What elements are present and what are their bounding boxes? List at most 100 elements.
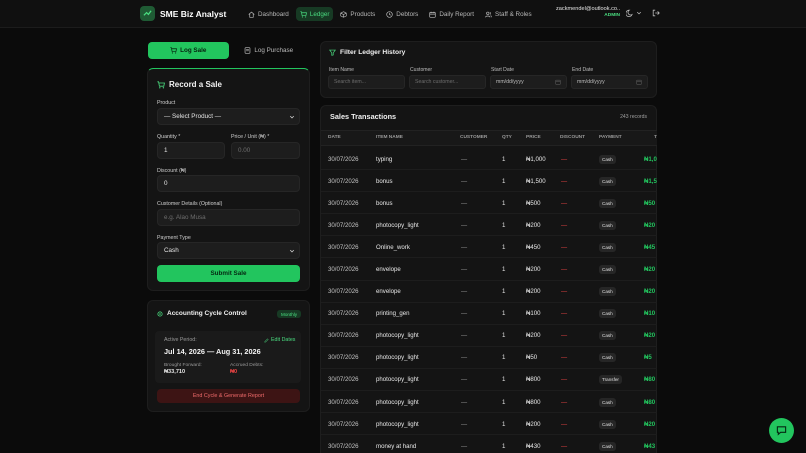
records-count: 243 records — [620, 114, 647, 120]
table-row[interactable]: 30/07/2026 Online_work — 1 ₦450 — Cash ₦45 — [321, 236, 657, 259]
table-row[interactable]: 30/07/2026 typing — 1 ₦1,000 — Cash ₦1,00 — [321, 148, 657, 171]
table-row[interactable]: 30/07/2026 money at hand — 1 ₦430 — Cash ₦43 — [321, 435, 657, 453]
col-customer[interactable]: CUSTOMER — [460, 135, 487, 140]
table-row[interactable]: 30/07/2026 photocopy_light — 1 ₦200 — Cash ₦20 — [321, 413, 657, 436]
user-menu[interactable]: zackmendel@outlook.co... ADMIN — [556, 6, 620, 18]
theme-toggle[interactable] — [626, 9, 642, 17]
cell-customer: — — [461, 177, 468, 185]
cell-discount: — — [561, 265, 568, 273]
start-date-input[interactable]: mm/dd/yyyy — [490, 75, 567, 89]
cell-qty: 1 — [502, 265, 506, 273]
edit-dates-button[interactable]: Edit Dates — [264, 337, 295, 343]
product-select-value: — Select Product — — [164, 113, 222, 120]
nav-daily-report[interactable]: Daily Report — [425, 7, 478, 21]
nav-staff-roles[interactable]: Staff & Roles — [481, 7, 536, 21]
cell-discount: — — [561, 398, 568, 406]
cell-total: ₦80 — [644, 376, 656, 384]
table-row[interactable]: 30/07/2026 photocopy_light — 1 ₦200 — Cash ₦20 — [321, 325, 657, 347]
table-row[interactable]: 30/07/2026 photocopy_light — 1 ₦800 — Transfer… — [321, 369, 657, 392]
cell-customer: — — [461, 420, 468, 428]
cell-qty: 1 — [502, 199, 506, 207]
cell-item-name: photocopy_light — [376, 332, 419, 340]
cell-item-name: bonus — [376, 177, 393, 185]
col-payment[interactable]: PAYMENT — [599, 135, 622, 140]
product-select[interactable]: — Select Product — — [157, 108, 300, 125]
cell-price: ₦800 — [526, 376, 541, 384]
cell-customer: — — [461, 199, 468, 207]
end-date-input[interactable]: mm/dd/yyyy — [571, 75, 648, 89]
end-cycle-button[interactable]: End Cycle & Generate Report — [157, 389, 300, 403]
table-row[interactable]: 30/07/2026 photocopy_light — 1 ₦800 — Cash ₦80 — [321, 391, 657, 414]
nav-dashboard[interactable]: Dashboard — [244, 7, 293, 21]
logout-button[interactable] — [652, 9, 660, 17]
cell-date: 30/07/2026 — [328, 155, 359, 163]
table-row[interactable]: 30/07/2026 bonus — 1 ₦1,500 — Cash ₦1,50 — [321, 170, 657, 193]
cell-total: ₦20 — [644, 288, 656, 296]
col-total[interactable]: T — [654, 135, 657, 140]
cell-item-name: bonus — [376, 199, 393, 207]
tab-log-purchase[interactable]: Log Purchase — [229, 42, 310, 59]
cell-customer: — — [461, 376, 468, 384]
col-price[interactable]: PRICE — [526, 135, 541, 140]
price-input[interactable]: 0.00 — [231, 142, 300, 159]
cell-discount: — — [561, 442, 568, 450]
nav-ledger[interactable]: Ledger — [295, 7, 334, 21]
table-row[interactable]: 30/07/2026 photocopy_light — 1 ₦200 — Cash ₦20 — [321, 214, 657, 237]
cell-qty: 1 — [502, 442, 506, 450]
discount-input[interactable]: 0 — [157, 175, 300, 192]
quantity-label: Quantity * — [157, 134, 181, 140]
table-row[interactable]: 30/07/2026 photocopy_light — 1 ₦50 — Cash ₦5 — [321, 347, 657, 369]
submit-sale-button[interactable]: Submit Sale — [157, 265, 300, 282]
cell-price: ₦100 — [526, 310, 541, 318]
customer-filter-label: Customer — [410, 67, 433, 73]
cell-price: ₦200 — [526, 221, 541, 229]
cell-date: 30/07/2026 — [328, 288, 359, 296]
quantity-input[interactable]: 1 — [157, 142, 225, 159]
col-date[interactable]: DATE — [328, 135, 341, 140]
tab-log-sale[interactable]: Log Sale — [148, 42, 229, 59]
price-label: Price / Unit (₦) * — [231, 134, 270, 140]
nav-debtors[interactable]: Debtors — [382, 7, 422, 21]
table-row[interactable]: 30/07/2026 bonus — 1 ₦500 — Cash ₦50 — [321, 192, 657, 215]
calendar-icon[interactable] — [636, 79, 642, 85]
calendar-icon[interactable] — [555, 79, 561, 85]
customer-search-input[interactable]: Search customer... — [409, 75, 486, 89]
cell-item-name: typing — [376, 155, 393, 163]
cell-customer: — — [461, 332, 468, 340]
table-row[interactable]: 30/07/2026 printing_gen — 1 ₦100 — Cash ₦10 — [321, 303, 657, 325]
cell-discount: — — [561, 243, 568, 251]
cell-item-name: envelope — [376, 288, 401, 296]
payment-type-select[interactable]: Cash — [157, 242, 300, 259]
chat-button[interactable] — [769, 418, 794, 443]
customer-details-label: Customer Details (Optional) — [157, 201, 223, 207]
cell-price: ₦50 — [526, 354, 538, 362]
table-row[interactable]: 30/07/2026 envelope — 1 ₦200 — Cash ₦20 — [321, 281, 657, 303]
end-date-label: End Date — [572, 67, 594, 73]
cell-qty: 1 — [502, 354, 506, 362]
col-item-name[interactable]: ITEM NAME — [376, 135, 403, 140]
customer-details-input[interactable]: e.g. Alao Musa — [157, 209, 300, 226]
cell-customer: — — [461, 155, 468, 163]
col-qty[interactable]: QTY — [502, 135, 512, 140]
sales-transactions-title: Sales Transactions — [330, 112, 397, 121]
transactions-table-body: 30/07/2026typing—1₦1,000—Cash₦1,0030/07/… — [321, 148, 657, 453]
nav-products[interactable]: Products — [336, 7, 379, 21]
user-email: zackmendel@outlook.co... — [556, 6, 620, 12]
brand[interactable]: SME Biz Analyst — [140, 6, 226, 21]
table-row[interactable]: 30/07/2026 envelope — 1 ₦200 — Cash ₦20 — [321, 258, 657, 281]
payment-badge: Transfer — [599, 375, 622, 385]
user-role: ADMIN — [604, 13, 620, 18]
nav-daily-report-label: Daily Report — [439, 10, 474, 18]
cell-date: 30/07/2026 — [328, 265, 359, 273]
start-date-value: mm/dd/yyyy — [496, 79, 524, 85]
cell-total: ₦10 — [644, 310, 656, 318]
col-discount[interactable]: DISCOUNT — [560, 135, 585, 140]
cell-date: 30/07/2026 — [328, 420, 359, 428]
nav-dashboard-label: Dashboard — [258, 10, 289, 18]
payment-badge: Cash — [599, 353, 616, 363]
cell-date: 30/07/2026 — [328, 310, 359, 318]
item-search-input[interactable]: Search item... — [328, 75, 405, 89]
cell-discount: — — [561, 376, 568, 384]
pencil-icon — [264, 337, 269, 343]
accounting-cycle-title-text: Accounting Cycle Control — [167, 310, 247, 317]
